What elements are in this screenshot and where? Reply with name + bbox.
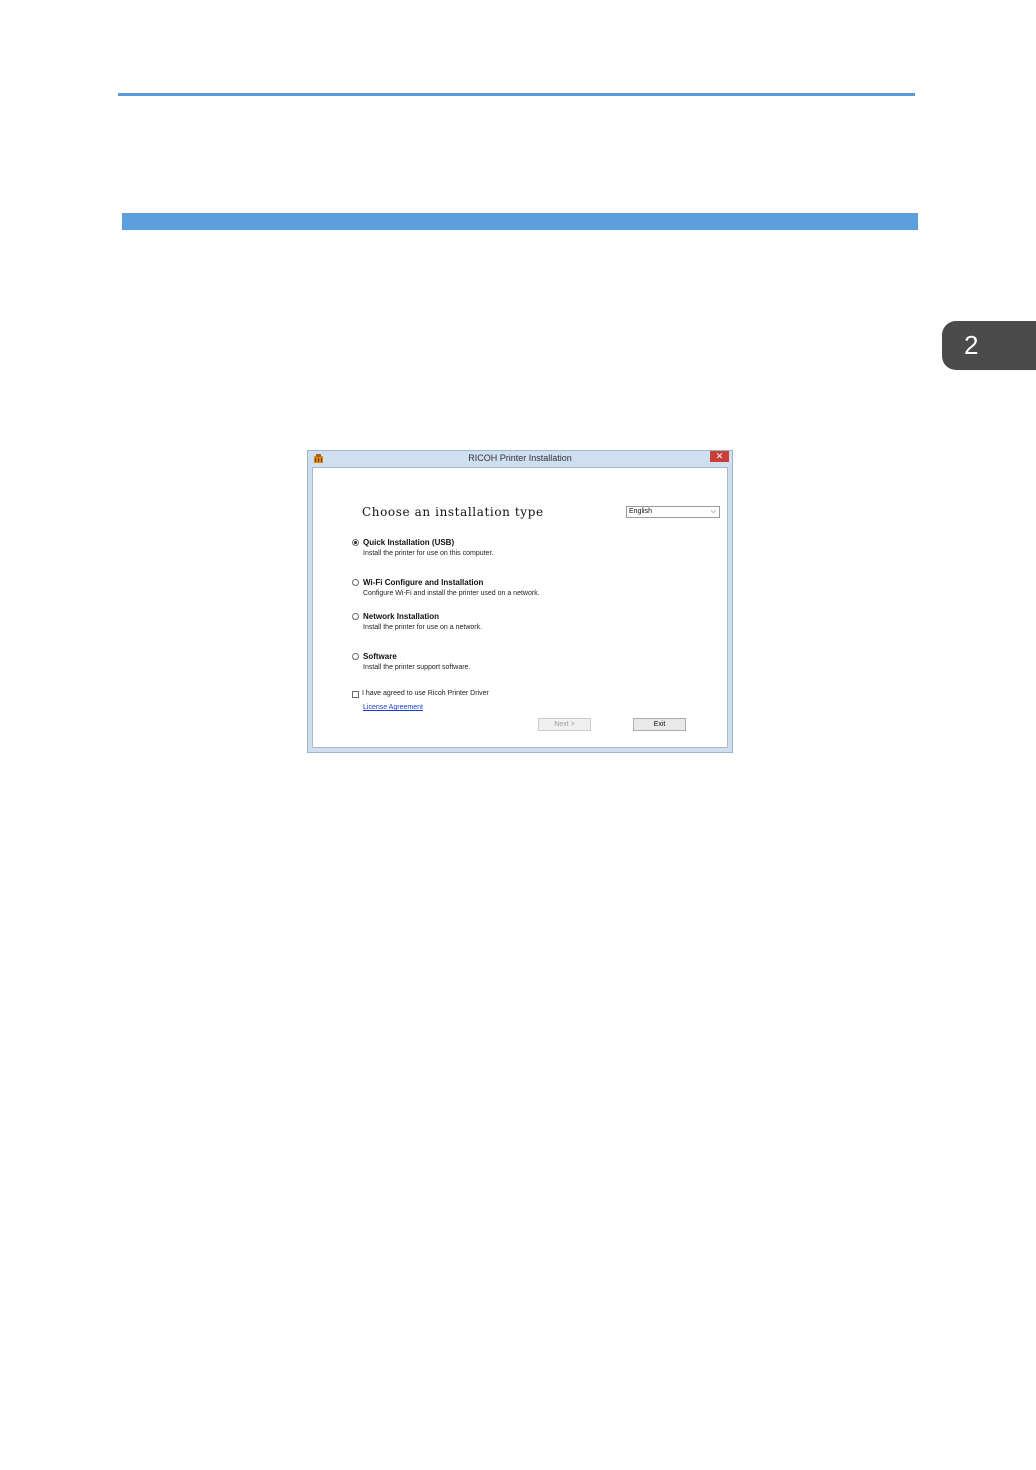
- header-rule: [118, 93, 915, 96]
- window-title: RICOH Printer Installation: [468, 453, 572, 463]
- license-agreement-link[interactable]: License Agreement: [363, 704, 423, 711]
- chevron-down-icon: ⌵: [710, 508, 716, 515]
- option-description: Configure Wi-Fi and install the printer …: [363, 590, 540, 597]
- agree-checkbox[interactable]: [352, 691, 359, 698]
- page-heading: Choose an installation type: [362, 505, 544, 519]
- section-heading-bar: [122, 213, 918, 230]
- next-button[interactable]: Next >: [538, 718, 591, 731]
- option-description: Install the printer for use on this comp…: [363, 550, 494, 557]
- language-selected: English: [629, 508, 652, 515]
- option-description: Install the printer support software.: [363, 664, 471, 671]
- close-icon: ✕: [715, 451, 724, 461]
- option-label: Network Installation: [363, 612, 440, 621]
- agree-label: I have agreed to use Ricoh Printer Drive…: [362, 690, 489, 697]
- chapter-number: 2: [964, 330, 979, 360]
- radio-quick-installation[interactable]: [352, 539, 359, 546]
- installer-window: RICOH Printer Installation ✕ Choose an i…: [307, 450, 733, 753]
- option-label: Wi-Fi Configure and Installation: [363, 578, 484, 587]
- exit-button[interactable]: Exit: [633, 718, 686, 731]
- title-bar[interactable]: RICOH Printer Installation ✕: [308, 451, 732, 467]
- option-label: Software: [363, 652, 397, 661]
- chapter-tab: 2: [942, 321, 1036, 370]
- close-button[interactable]: ✕: [710, 451, 729, 462]
- radio-software[interactable]: [352, 653, 359, 660]
- radio-network-installation[interactable]: [352, 613, 359, 620]
- language-select[interactable]: English ⌵: [626, 506, 720, 518]
- option-label: Quick Installation (USB): [363, 538, 455, 547]
- installer-content: Choose an installation type English ⌵ Qu…: [312, 467, 728, 748]
- radio-wifi-configure[interactable]: [352, 579, 359, 586]
- option-description: Install the printer for use on a network…: [363, 624, 483, 631]
